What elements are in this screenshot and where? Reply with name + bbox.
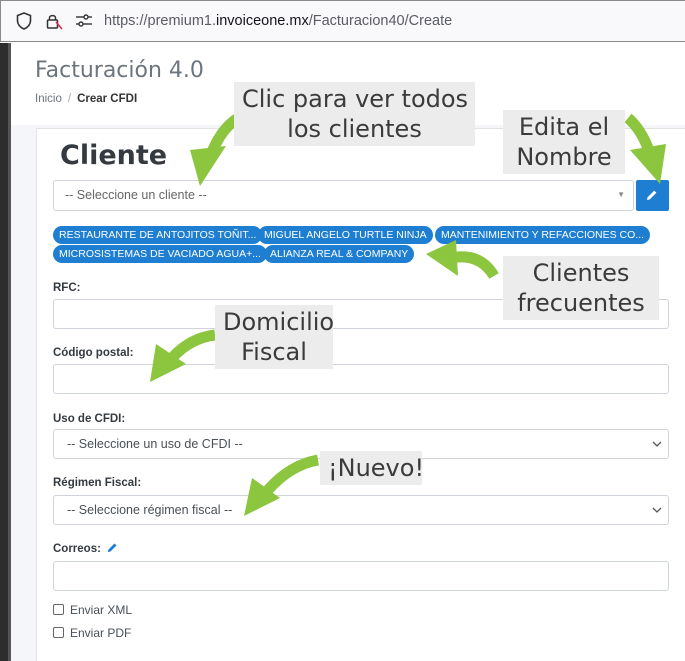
arrow-shaft [263, 454, 320, 494]
callout-ver-clientes: Clic para ver todos los clientes [234, 82, 475, 146]
callout-line: Edita el [518, 113, 610, 141]
callout-line: Clientes [532, 259, 630, 287]
callout-line: frecuentes [517, 289, 645, 317]
callout-edita-nombre: Edita el Nombre [503, 110, 625, 174]
callout-line: Domicilio [223, 308, 335, 336]
callout-clientes-frecuentes: Clientes frecuentes [503, 256, 659, 320]
arrow-shaft [167, 329, 216, 362]
arrow-head [190, 146, 226, 186]
arrow-head [630, 144, 666, 184]
arrow-head [426, 240, 458, 276]
callout-line: Clic para ver todos [242, 85, 469, 113]
callout-nuevo: ¡Nuevo! [320, 451, 424, 485]
callout-line: Fiscal [241, 338, 307, 366]
callout-domicilio-fiscal: Domicilio Fiscal [215, 305, 335, 369]
callout-line: Nombre [516, 143, 612, 171]
callout-line: los clientes [287, 115, 422, 143]
arrow-shaft [624, 113, 654, 151]
